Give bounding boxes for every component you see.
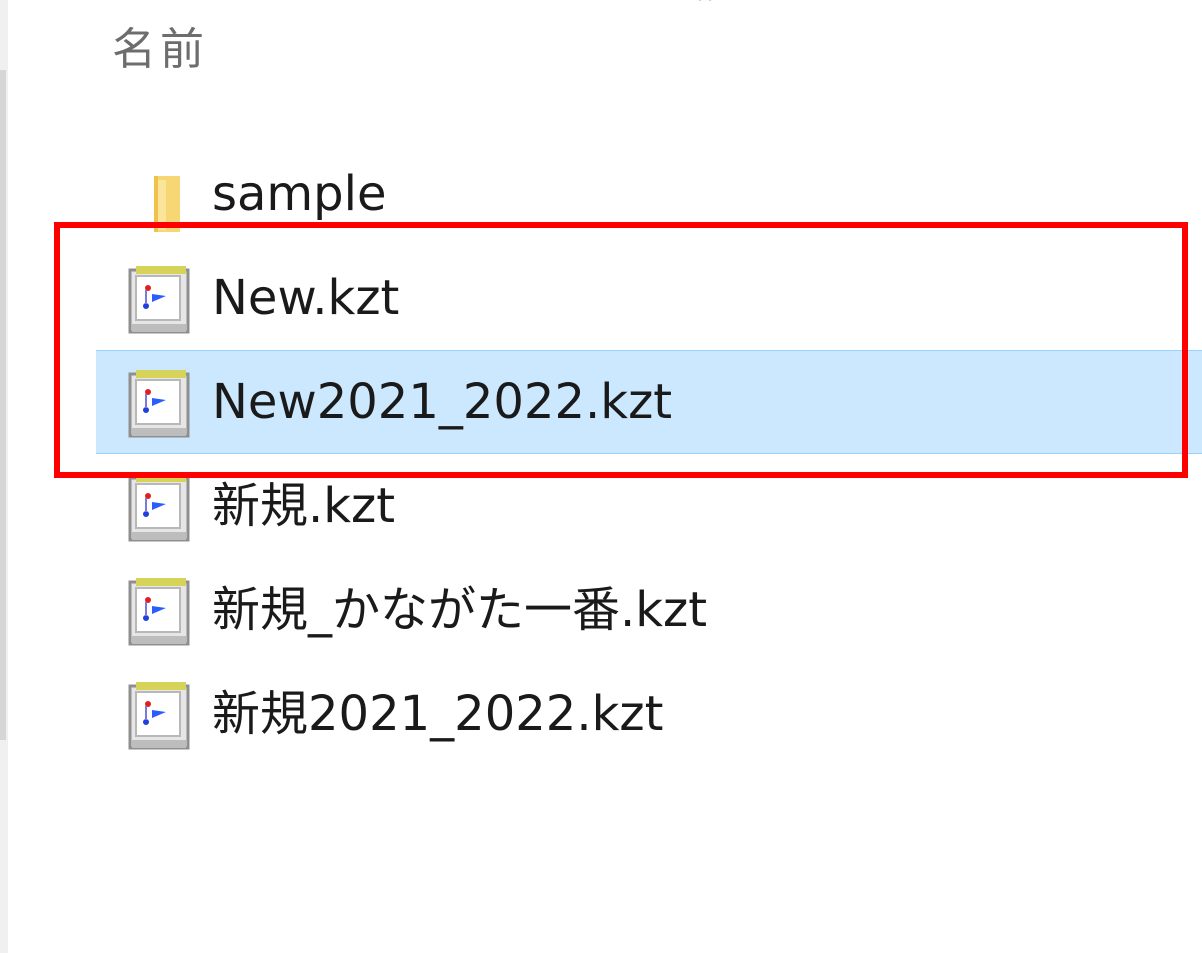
list-item[interactable]: sample [96, 142, 1202, 246]
list-item[interactable]: 新規2021_2022.kzt [96, 662, 1202, 766]
sort-indicator-icon: ^ [696, 0, 714, 15]
kzt-file-icon [124, 572, 194, 648]
name-column-header[interactable]: 名前 [112, 20, 208, 80]
file-name: 新規_かながた一番.kzt [212, 582, 708, 638]
list-item-selected[interactable]: New2021_2022.kzt [96, 350, 1202, 454]
file-name: 新規2021_2022.kzt [212, 686, 664, 742]
navigation-scrollbar[interactable] [0, 70, 6, 740]
kzt-file-icon [124, 260, 194, 336]
kzt-file-icon [124, 364, 194, 440]
folder-icon [124, 156, 194, 232]
kzt-file-icon [124, 676, 194, 752]
file-explorer-pane: ^ 名前 sample New.kzt New2021_2022.kzt 新規.… [0, 0, 1202, 953]
kzt-file-icon [124, 468, 194, 544]
file-name: New2021_2022.kzt [212, 374, 673, 430]
file-name: sample [212, 166, 387, 222]
file-name: 新規.kzt [212, 478, 396, 534]
file-list: sample New.kzt New2021_2022.kzt 新規.kzt 新… [96, 142, 1202, 766]
list-item[interactable]: 新規.kzt [96, 454, 1202, 558]
list-item[interactable]: 新規_かながた一番.kzt [96, 558, 1202, 662]
list-item[interactable]: New.kzt [96, 246, 1202, 350]
file-name: New.kzt [212, 270, 400, 326]
